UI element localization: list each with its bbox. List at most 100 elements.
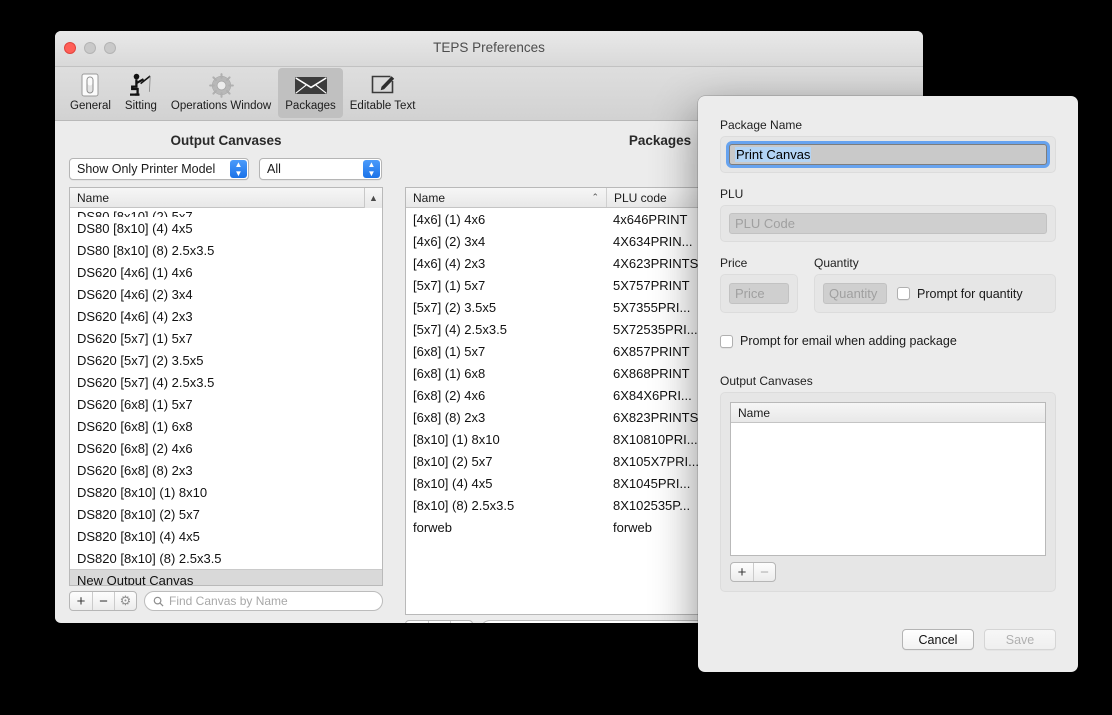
add-package-button[interactable]: + xyxy=(406,621,428,624)
toolbar-item-operations-window[interactable]: Operations Window xyxy=(164,68,278,118)
package-name-cell: [5x7] (2) 3.5x5 xyxy=(413,299,497,315)
table-row[interactable]: DS620 [5x7] (4) 2.5x3.5 xyxy=(70,371,382,393)
table-row-new-output-canvas[interactable]: New Output Canvas xyxy=(70,569,382,585)
table-row[interactable]: DS820 [8x10] (1) 8x10 xyxy=(70,481,382,503)
gear-icon xyxy=(208,71,235,99)
quantity-input[interactable]: Quantity xyxy=(823,283,887,304)
table-row[interactable]: DS620 [5x7] (2) 3.5x5 xyxy=(70,349,382,371)
save-button: Save xyxy=(984,629,1056,650)
canvas-search-field[interactable]: Find Canvas by Name xyxy=(144,591,383,611)
package-settings-gear-button[interactable]: ⚙ xyxy=(450,621,472,623)
toolbar-label: General xyxy=(70,100,111,112)
price-label: Price xyxy=(720,256,748,270)
quantity-label: Quantity xyxy=(814,256,859,270)
table-row[interactable]: DS80 [8x10] (8) 2.5x3.5 xyxy=(70,239,382,261)
canvas-name-cell: DS820 [8x10] (1) 8x10 xyxy=(77,484,208,500)
canvas-filter-row: Show Only Printer Model ▲ ▼ All ▲ ▼ xyxy=(61,158,391,187)
sheet-output-canvases-label: Output Canvases xyxy=(720,374,813,388)
canvas-name-cell: DS80 [8x10] (4) 4x5 xyxy=(77,220,193,236)
column-header-name[interactable]: Name xyxy=(70,188,382,207)
package-plu-cell: 5X72535PRI... xyxy=(613,321,698,337)
quantity-block: Quantity Quantity Prompt for quantity xyxy=(814,256,1056,313)
prompt-for-email-label: Prompt for email when adding package xyxy=(740,334,957,348)
table-row[interactable]: DS620 [4x6] (1) 4x6 xyxy=(70,261,382,283)
output-canvases-table-header: Name ▲ xyxy=(70,188,382,208)
prompt-for-quantity-checkbox[interactable] xyxy=(897,287,910,300)
plu-input[interactable]: PLU Code xyxy=(729,213,1047,234)
package-name-cell: [5x7] (1) 5x7 xyxy=(413,277,486,293)
sheet-canvas-action-segment: + − xyxy=(730,562,776,582)
package-plu-cell: forweb xyxy=(613,519,653,535)
sheet-add-canvas-button[interactable]: + xyxy=(731,563,753,581)
toolbar-label: Editable Text xyxy=(349,100,416,112)
package-name-cell: [5x7] (4) 2.5x3.5 xyxy=(413,321,507,337)
price-input[interactable]: Price xyxy=(729,283,789,304)
canvas-settings-gear-button[interactable]: ⚙ xyxy=(114,592,136,610)
printer-model-filter-value: Show Only Printer Model xyxy=(77,162,216,176)
table-row[interactable]: DS620 [6x8] (2) 4x6 xyxy=(70,437,382,459)
quantity-group: Quantity Prompt for quantity xyxy=(814,274,1056,313)
output-canvases-rows[interactable]: DS80 [8x10] (2) 5x7 DS80 [8x10] (4) 4x5 D… xyxy=(70,208,382,585)
prompt-for-email-checkbox[interactable] xyxy=(720,334,733,348)
table-row-clipped[interactable]: DS80 [8x10] (2) 5x7 xyxy=(70,208,382,217)
toolbar-label: Packages xyxy=(285,100,336,112)
toolbar-item-packages[interactable]: Packages xyxy=(278,68,343,118)
price-group: Price xyxy=(720,274,798,313)
package-plu-cell: 6X868PRINT xyxy=(613,365,690,381)
printer-model-filter-dropdown[interactable]: Show Only Printer Model ▲ ▼ xyxy=(69,158,249,180)
toolbar-label: Operations Window xyxy=(170,100,272,112)
table-row[interactable]: DS620 [4x6] (4) 2x3 xyxy=(70,305,382,327)
package-plu-cell: 4X623PRINTS xyxy=(613,255,699,271)
package-name-cell: forweb xyxy=(413,519,453,535)
cancel-button[interactable]: Cancel xyxy=(902,629,974,650)
package-plu-cell: 4X634PRIN... xyxy=(613,233,693,249)
table-row[interactable]: DS820 [8x10] (2) 5x7 xyxy=(70,503,382,525)
table-row[interactable]: DS620 [6x8] (8) 2x3 xyxy=(70,459,382,481)
prompt-for-email-row[interactable]: Prompt for email when adding package xyxy=(720,334,1056,348)
table-row[interactable]: DS620 [4x6] (2) 3x4 xyxy=(70,283,382,305)
package-plu-cell: 6X823PRINTS xyxy=(613,409,699,425)
window-titlebar: TEPS Preferences xyxy=(55,31,923,67)
canvas-name-cell: DS620 [6x8] (2) 4x6 xyxy=(77,440,193,456)
toolbar-item-editable-text[interactable]: Editable Text xyxy=(343,68,423,118)
scroll-up-button[interactable]: ▲ xyxy=(364,188,382,208)
package-action-segment: + − ⚙ xyxy=(405,620,473,623)
sheet-output-canvases-group: Name + − xyxy=(720,392,1056,592)
screen: TEPS Preferences General Sitting Operati… xyxy=(0,0,1112,715)
output-canvases-bottom-bar: + − ⚙ Find Canvas by Name xyxy=(69,591,383,611)
toolbar-label: Sitting xyxy=(124,100,157,112)
remove-canvas-button[interactable]: − xyxy=(92,592,114,610)
package-plu-cell: 8X102535P... xyxy=(613,497,691,513)
sort-ascending-icon: ⌃ xyxy=(591,192,599,202)
plu-placeholder: PLU Code xyxy=(735,216,795,231)
package-name-cell: [6x8] (2) 4x6 xyxy=(413,387,486,403)
remove-package-button: − xyxy=(428,621,450,623)
table-row[interactable]: DS820 [8x10] (4) 4x5 xyxy=(70,525,382,547)
canvas-name-cell: DS620 [4x6] (1) 4x6 xyxy=(77,264,193,280)
chevron-updown-icon: ▲ ▼ xyxy=(230,160,247,178)
package-name-cell: [8x10] (4) 4x5 xyxy=(413,475,493,491)
table-row[interactable]: DS620 [6x8] (1) 6x8 xyxy=(70,415,382,437)
column-header-name[interactable]: Name ⌃ xyxy=(406,188,606,207)
toolbar-item-general[interactable]: General xyxy=(63,68,118,118)
prompt-for-quantity-row[interactable]: Prompt for quantity xyxy=(897,287,1023,301)
add-canvas-button[interactable]: + xyxy=(70,592,92,610)
table-row[interactable]: DS80 [8x10] (4) 4x5 xyxy=(70,217,382,239)
sheet-output-canvases-table[interactable]: Name xyxy=(730,402,1046,556)
canvas-name-cell: DS820 [8x10] (8) 2.5x3.5 xyxy=(77,550,222,566)
canvas-type-filter-dropdown[interactable]: All ▲ ▼ xyxy=(259,158,382,180)
sheet-column-header-name[interactable]: Name xyxy=(731,403,1045,423)
switch-icon xyxy=(78,71,102,99)
table-row[interactable]: DS620 [5x7] (1) 5x7 xyxy=(70,327,382,349)
toolbar-item-sitting[interactable]: Sitting xyxy=(118,68,164,118)
table-row[interactable]: DS820 [8x10] (8) 2.5x3.5 xyxy=(70,547,382,569)
table-row[interactable]: DS620 [6x8] (1) 5x7 xyxy=(70,393,382,415)
package-name-value: Print Canvas xyxy=(735,147,812,162)
package-name-cell: [4x6] (4) 2x3 xyxy=(413,255,486,271)
canvas-name-cell: DS820 [8x10] (4) 4x5 xyxy=(77,528,200,544)
sheet-remove-canvas-button: − xyxy=(753,563,775,581)
envelope-icon xyxy=(294,71,328,99)
package-name-input[interactable]: Print Canvas xyxy=(729,144,1047,165)
canvas-name-cell: DS80 [8x10] (2) 5x7 xyxy=(77,209,193,217)
canvas-name-cell: DS620 [6x8] (1) 5x7 xyxy=(77,396,193,412)
